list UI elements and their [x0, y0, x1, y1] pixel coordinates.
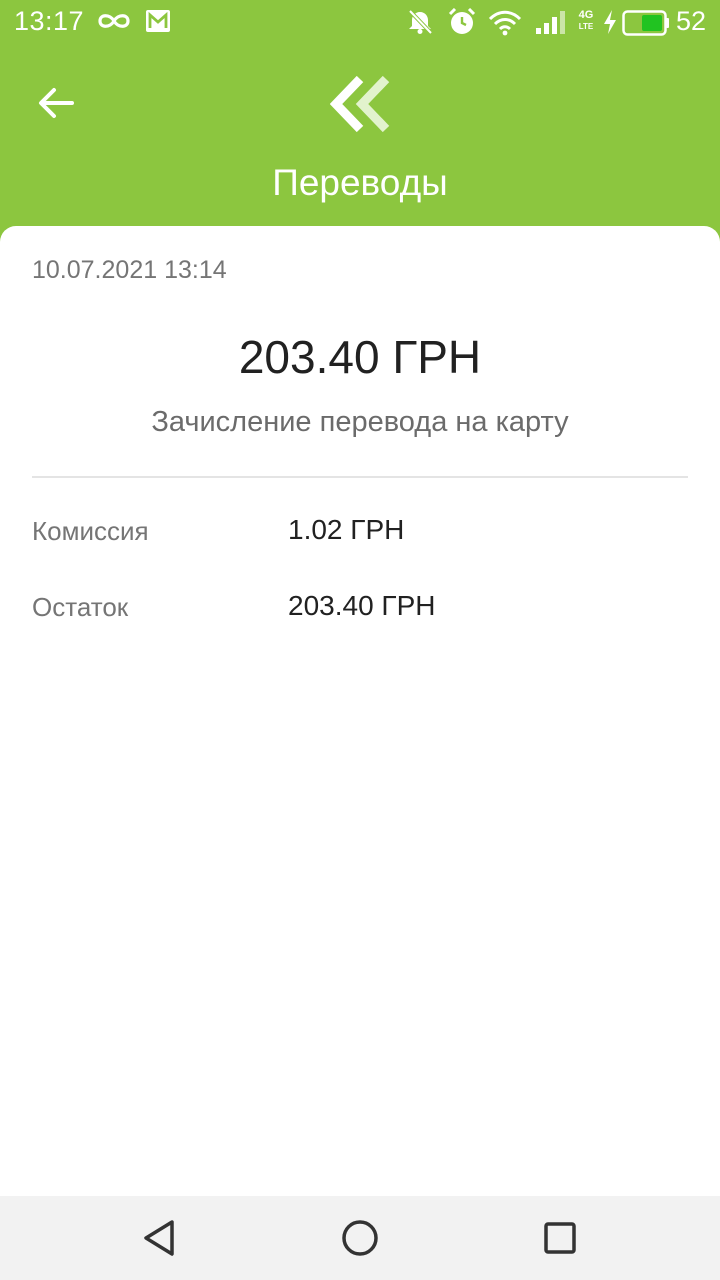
- charging-icon: [604, 10, 616, 34]
- status-bar: 13:17 4G LTE 52: [0, 0, 720, 46]
- gmail-icon: [146, 10, 170, 32]
- battery-percentage: 52: [676, 6, 707, 36]
- system-nav-bar: [0, 1196, 720, 1280]
- divider: [32, 476, 688, 478]
- home-circle-icon: [342, 1220, 378, 1256]
- app-bar: Переводы: [0, 46, 720, 226]
- alarm-icon: [448, 8, 476, 34]
- commission-value: 1.02 ГРН: [288, 514, 405, 545]
- nav-home-button[interactable]: [338, 1216, 382, 1260]
- transaction-card: 10.07.2021 13:14 203.40 ГРН Зачисление п…: [0, 226, 720, 1196]
- balance-value: 203.40 ГРН: [288, 590, 436, 621]
- battery-icon: [622, 10, 669, 36]
- network-type-label: 4G: [578, 9, 594, 21]
- signal-icon: [536, 11, 565, 34]
- status-time: 13:17: [14, 6, 85, 36]
- transaction-amount: 203.40 ГРН: [238, 331, 482, 383]
- recents-square-icon: [544, 1222, 576, 1254]
- transaction-date: 10.07.2021 13:14: [32, 256, 227, 284]
- network-4g-lte-icon: 4G LTE: [576, 9, 596, 33]
- back-button[interactable]: [30, 76, 84, 130]
- commission-label: Комиссия: [32, 516, 149, 546]
- page-title: Переводы: [272, 162, 448, 203]
- transaction-description: Зачисление перевода на карту: [151, 406, 569, 438]
- wifi-icon: [488, 10, 522, 36]
- infinity-icon: [98, 14, 130, 28]
- double-chevron-left-icon: [330, 76, 390, 132]
- balance-label: Остаток: [32, 592, 129, 622]
- arrow-left-icon: [39, 88, 74, 118]
- mute-icon: [408, 9, 433, 35]
- nav-back-button[interactable]: [138, 1216, 182, 1260]
- nav-recents-button[interactable]: [538, 1216, 582, 1260]
- back-triangle-icon: [144, 1220, 174, 1256]
